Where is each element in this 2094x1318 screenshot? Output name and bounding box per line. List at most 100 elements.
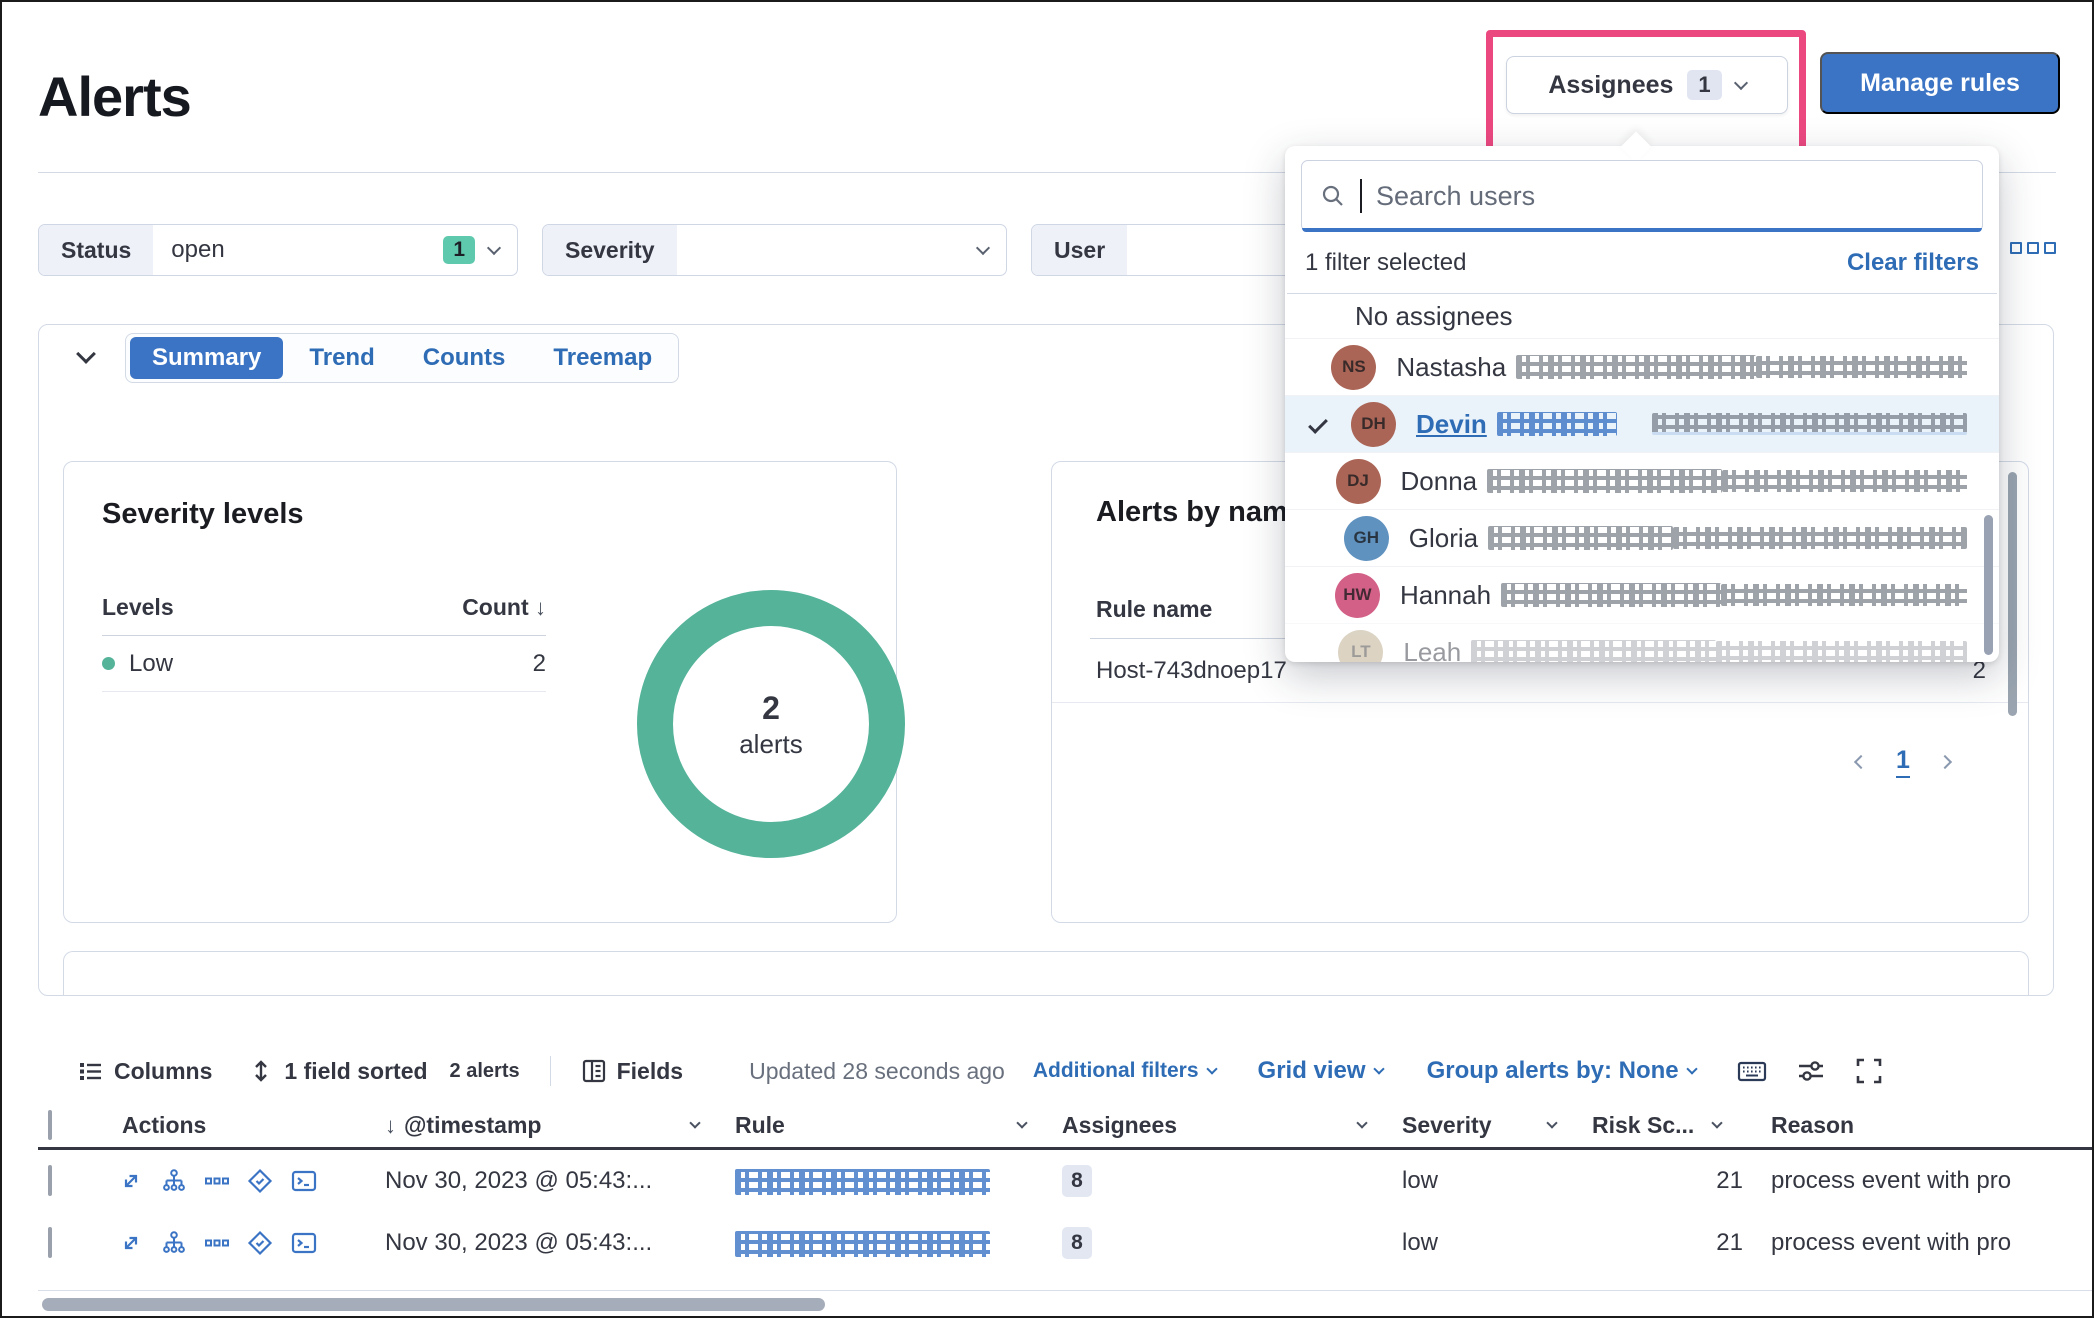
column-menu-icon[interactable] xyxy=(689,1117,700,1128)
alert-rule-name-redacted[interactable] xyxy=(735,1169,990,1195)
collapse-section-icon[interactable] xyxy=(76,344,96,364)
status-filter-label: Status xyxy=(39,225,153,275)
donut-value: 2 xyxy=(762,688,780,728)
assignee-option[interactable]: GH Gloria xyxy=(1285,509,1999,566)
fullscreen-button[interactable] xyxy=(1854,1056,1884,1086)
chart-type-tabs: SummaryTrendCountsTreemap xyxy=(125,333,679,383)
keyboard-shortcuts-button[interactable] xyxy=(1736,1056,1768,1086)
more-filters-icon[interactable] xyxy=(2010,242,2056,254)
previous-page-icon[interactable] xyxy=(1854,755,1868,769)
user-name: Hannah xyxy=(1400,580,1491,611)
user-name: Donna xyxy=(1401,466,1478,497)
user-name-redacted xyxy=(1501,583,1721,607)
select-row-checkbox[interactable] xyxy=(48,1227,52,1258)
session-view-icon[interactable] xyxy=(246,1167,274,1195)
severity-column-header[interactable]: Severity xyxy=(1402,1112,1492,1139)
count-column-header[interactable]: Count xyxy=(462,594,528,620)
severity-filter[interactable]: Severity xyxy=(542,224,1007,276)
columns-button[interactable]: Columns xyxy=(76,1057,212,1085)
column-menu-icon[interactable] xyxy=(1016,1117,1027,1128)
manage-rules-button[interactable]: Manage rules xyxy=(1820,52,2060,114)
no-assignees-option[interactable]: No assignees xyxy=(1285,294,1999,338)
keyboard-icon xyxy=(1736,1056,1768,1086)
reason-column-header[interactable]: Reason xyxy=(1771,1112,1854,1139)
chevron-down-icon xyxy=(487,240,501,254)
assignees-count-badge[interactable]: 8 xyxy=(1062,1227,1092,1259)
assignee-option[interactable]: DH Devin xyxy=(1285,395,1999,452)
severity-color-dot xyxy=(102,657,115,670)
datagrid-toolbar: Columns 1 field sorted 2 alerts Fields U… xyxy=(38,1050,2060,1092)
expand-alert-icon[interactable] xyxy=(118,1230,144,1256)
filter-selected-summary: 1 filter selected xyxy=(1305,249,1466,277)
clear-filters-link[interactable]: Clear filters xyxy=(1847,249,1979,277)
more-actions-icon[interactable] xyxy=(204,1230,230,1256)
severity-level-count: 2 xyxy=(533,650,546,678)
expand-alert-icon[interactable] xyxy=(118,1168,144,1194)
updated-status-text: Updated 28 seconds ago xyxy=(749,1058,1005,1085)
status-filter-count-badge: 1 xyxy=(443,236,475,264)
fields-icon xyxy=(581,1058,607,1084)
assignees-count-badge[interactable]: 8 xyxy=(1062,1165,1092,1197)
rule-column-header[interactable]: Rule xyxy=(735,1112,785,1139)
column-menu-icon[interactable] xyxy=(1711,1117,1722,1128)
user-search-input[interactable]: Search users xyxy=(1301,160,1983,232)
assignees-filter-button[interactable]: Assignees 1 xyxy=(1506,56,1788,114)
timestamp-column-header[interactable]: @timestamp xyxy=(404,1112,541,1139)
investigate-in-timeline-icon[interactable] xyxy=(290,1229,318,1257)
select-row-checkbox[interactable] xyxy=(48,1165,52,1196)
alert-severity: low xyxy=(1402,1167,1592,1195)
more-actions-icon[interactable] xyxy=(204,1168,230,1194)
select-all-checkbox[interactable] xyxy=(48,1110,52,1140)
assignee-option[interactable]: NS Nastasha xyxy=(1285,338,1999,395)
horizontal-scrollbar[interactable] xyxy=(42,1298,825,1311)
group-alerts-by-button[interactable]: Group alerts by: None xyxy=(1427,1057,1696,1085)
assignee-option[interactable]: LT Leah xyxy=(1285,623,1999,662)
status-filter[interactable]: Status open 1 xyxy=(38,224,518,276)
severity-panel-title: Severity levels xyxy=(102,498,304,531)
assignee-option[interactable]: DJ Donna xyxy=(1285,452,1999,509)
chart-tab[interactable]: Treemap xyxy=(531,337,674,379)
avatar: NS xyxy=(1331,345,1376,390)
chart-tab[interactable]: Summary xyxy=(130,337,283,379)
alert-timestamp: Nov 30, 2023 @ 05:43:... xyxy=(385,1167,735,1195)
severity-table-row: Low 2 xyxy=(102,636,546,692)
pagination: 1 xyxy=(1856,746,1950,778)
avatar: DH xyxy=(1351,402,1396,447)
sorted-fields-button[interactable]: 1 field sorted xyxy=(248,1057,427,1085)
alert-severity: low xyxy=(1402,1229,1592,1257)
assignees-column-header[interactable]: Assignees xyxy=(1062,1112,1177,1139)
alert-reason: process event with pro xyxy=(1757,1229,2094,1257)
analyze-event-icon[interactable] xyxy=(160,1167,188,1195)
risk-score-column-header[interactable]: Risk Sc... xyxy=(1592,1112,1694,1139)
chart-tab[interactable]: Counts xyxy=(401,337,528,379)
panel-scrollbar[interactable] xyxy=(2008,472,2017,716)
search-placeholder: Search users xyxy=(1376,181,1535,212)
status-filter-value: open xyxy=(171,236,224,264)
grid-view-button[interactable]: Grid view xyxy=(1258,1057,1383,1085)
display-options-button[interactable] xyxy=(1796,1056,1826,1086)
actions-column-header: Actions xyxy=(122,1112,206,1139)
investigate-in-timeline-icon[interactable] xyxy=(290,1167,318,1195)
sort-updown-icon xyxy=(248,1057,274,1085)
chevron-down-icon xyxy=(976,240,990,254)
rule-name-column-header[interactable]: Rule name xyxy=(1096,596,1212,623)
alert-risk-score: 21 xyxy=(1592,1229,1757,1257)
assignee-option[interactable]: HW Hannah xyxy=(1285,566,1999,623)
chevron-down-icon xyxy=(1686,1063,1697,1074)
analyze-event-icon[interactable] xyxy=(160,1229,188,1257)
next-page-icon[interactable] xyxy=(1938,755,1952,769)
chart-tab[interactable]: Trend xyxy=(287,337,396,379)
severity-table: Levels Count ↓ Low 2 xyxy=(102,594,546,692)
alert-rule-name-redacted[interactable] xyxy=(735,1231,990,1257)
page-number[interactable]: 1 xyxy=(1896,746,1910,778)
column-menu-icon[interactable] xyxy=(1546,1117,1557,1128)
user-filter-label: User xyxy=(1032,225,1127,275)
alert-row: Nov 30, 2023 @ 05:43:... 8 low 21 proces… xyxy=(38,1150,2094,1212)
additional-filters-button[interactable]: Additional filters xyxy=(1033,1059,1216,1083)
session-view-icon[interactable] xyxy=(246,1229,274,1257)
alert-reason: process event with pro xyxy=(1757,1167,2094,1195)
user-list-scrollbar[interactable] xyxy=(1984,515,1993,655)
column-menu-icon[interactable] xyxy=(1356,1117,1367,1128)
selected-check-icon xyxy=(1308,414,1328,434)
fields-button[interactable]: Fields xyxy=(581,1058,683,1085)
